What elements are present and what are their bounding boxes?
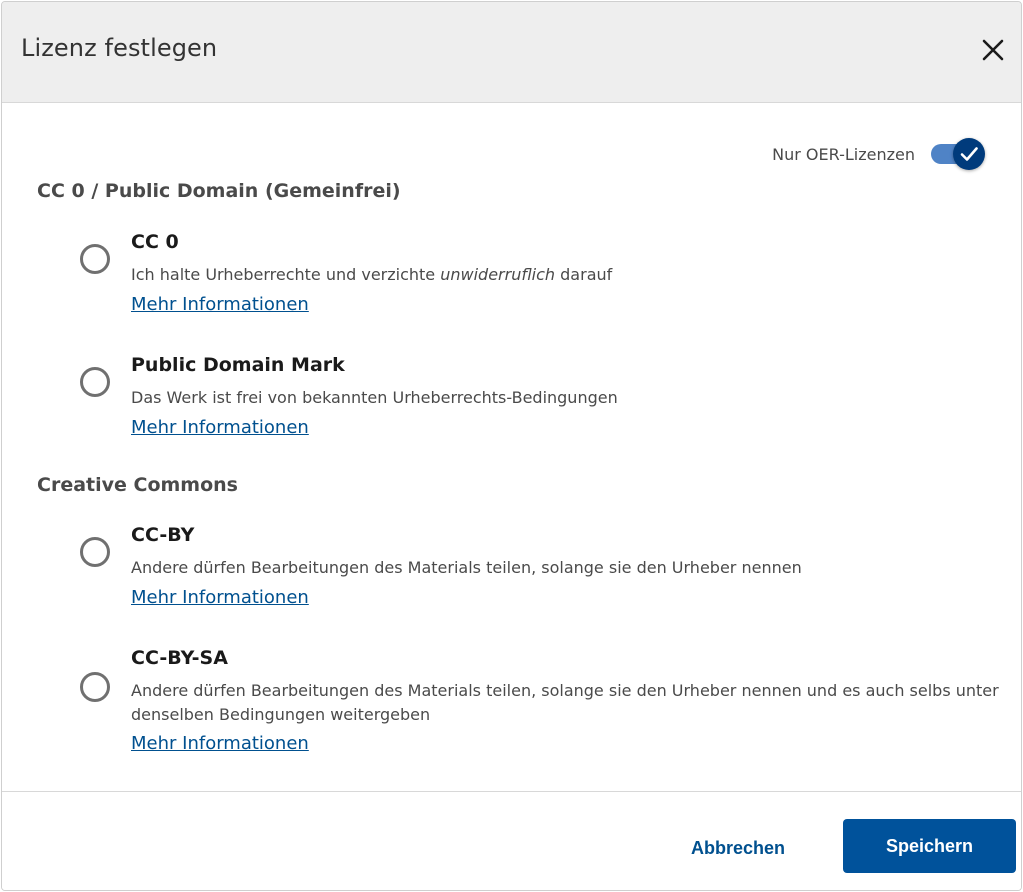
radio-cc-by[interactable]	[80, 537, 110, 567]
license-option-cc0: CC 0 Ich halte Urheberrechte und verzich…	[80, 231, 1000, 321]
radio-cc0[interactable]	[80, 244, 110, 274]
toggle-knob	[953, 138, 985, 170]
option-title: CC-BY	[131, 524, 195, 546]
radio-cc-by-sa[interactable]	[80, 672, 110, 702]
dialog-footer: Abbrechen Speichern	[2, 791, 1021, 890]
license-option-pdm: Public Domain Mark Das Werk ist frei von…	[80, 354, 1000, 444]
close-icon	[982, 39, 1004, 61]
checkmark-icon	[960, 147, 978, 161]
license-dialog: Lizenz festlegen Nur OER-Lizenzen CC 0 /…	[1, 1, 1022, 891]
option-description: Andere dürfen Bearbeitungen des Material…	[131, 558, 802, 577]
more-info-link-cc-by-sa[interactable]: Mehr Informationen	[131, 733, 309, 754]
oer-toggle[interactable]	[929, 138, 985, 170]
dialog-header: Lizenz festlegen	[2, 2, 1021, 103]
close-button[interactable]	[979, 36, 1007, 64]
more-info-link-cc-by[interactable]: Mehr Informationen	[131, 587, 309, 608]
option-title: Public Domain Mark	[131, 354, 345, 376]
more-info-link-pdm[interactable]: Mehr Informationen	[131, 417, 309, 438]
radio-public-domain-mark[interactable]	[80, 367, 110, 397]
option-title: CC 0	[131, 231, 179, 253]
more-info-link-cc0[interactable]: Mehr Informationen	[131, 294, 309, 315]
license-option-cc-by-sa: CC-BY-SA Andere dürfen Bearbeitungen des…	[80, 647, 1000, 762]
option-description: Ich halte Urheberrechte und verzichte un…	[131, 265, 613, 284]
option-description: Das Werk ist frei von bekannten Urheberr…	[131, 388, 618, 407]
option-title: CC-BY-SA	[131, 647, 228, 669]
save-button[interactable]: Speichern	[843, 819, 1016, 873]
option-description-emphasis: unwiderruflich	[440, 265, 556, 284]
cancel-button[interactable]: Abbrechen	[673, 822, 803, 874]
option-description: Andere dürfen Bearbeitungen des Material…	[131, 681, 999, 724]
section-title-public-domain: CC 0 / Public Domain (Gemeinfrei)	[37, 180, 401, 202]
section-title-creative-commons: Creative Commons	[37, 474, 238, 496]
oer-toggle-label: Nur OER-Lizenzen	[772, 144, 915, 164]
oer-toggle-row: Nur OER-Lizenzen	[772, 138, 985, 170]
license-option-cc-by: CC-BY Andere dürfen Bearbeitungen des Ma…	[80, 524, 1000, 614]
dialog-title: Lizenz festlegen	[21, 34, 218, 62]
